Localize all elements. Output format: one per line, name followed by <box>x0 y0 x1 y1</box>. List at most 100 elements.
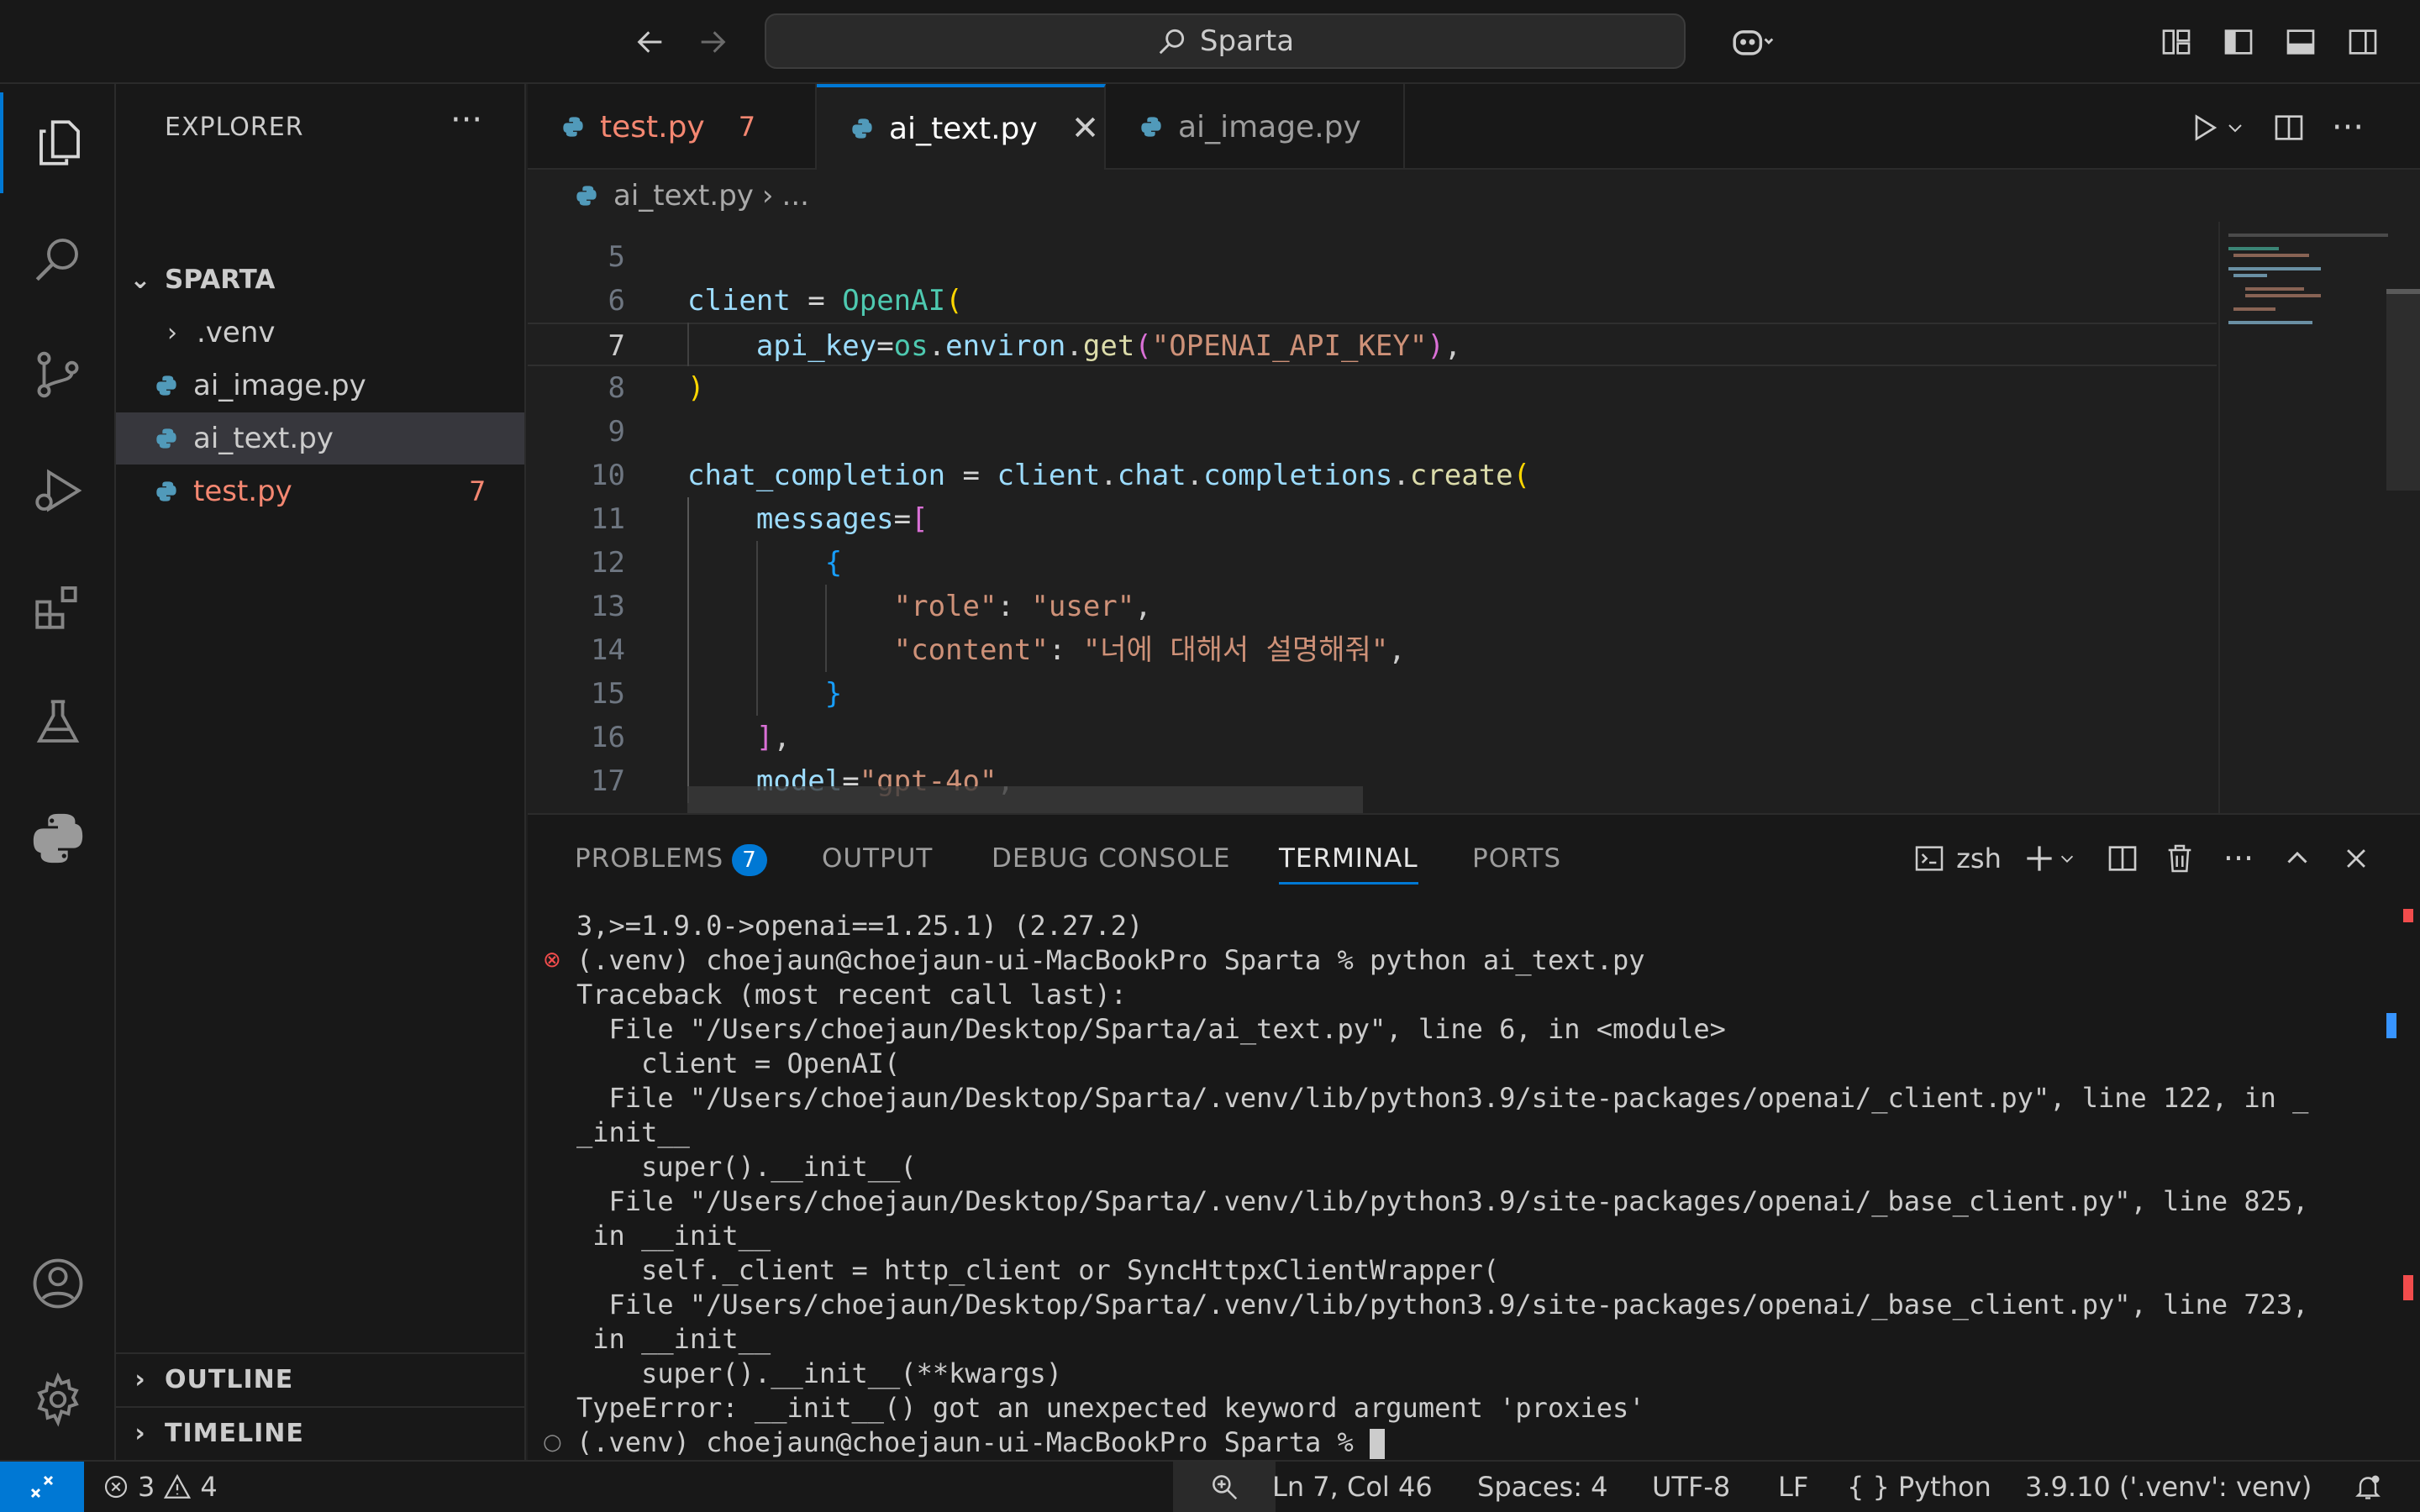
remote-indicator-icon[interactable] <box>0 1462 84 1512</box>
tree-item-ai-image[interactable]: ai_image.py <box>116 360 524 412</box>
file-encoding[interactable]: UTF-8 <box>1652 1462 1730 1512</box>
search-icon <box>1159 29 1185 55</box>
source-control-icon[interactable] <box>0 324 116 425</box>
code-text: } <box>824 677 843 711</box>
tab-output[interactable]: OUTPUT <box>822 843 933 874</box>
maximize-panel-icon[interactable] <box>2274 835 2321 882</box>
tab-test-py[interactable]: test.py 7 <box>528 84 817 170</box>
tab-terminal[interactable]: TERMINAL <box>1279 843 1418 885</box>
breadcrumb-symbols[interactable]: ... <box>782 179 809 213</box>
testing-flask-icon[interactable] <box>0 672 116 773</box>
tab-error-count: 7 <box>738 111 756 143</box>
code-line: 14 "content": "너에 대해서 설명해줘", <box>528 628 2217 672</box>
outline-section[interactable]: › OUTLINE <box>116 1352 524 1404</box>
end-of-line[interactable]: LF <box>1778 1462 1808 1512</box>
arrow-right-icon[interactable] <box>687 17 738 67</box>
terminal-line: File "/Users/choejaun/Desktop/Sparta/.ve… <box>576 1082 2309 1114</box>
trash-icon[interactable] <box>2156 835 2203 882</box>
tree-item-ai-text[interactable]: ai_text.py <box>116 412 524 465</box>
code-line: 11 messages=[ <box>528 497 2217 541</box>
terminal-line: in __init__ <box>576 1323 771 1355</box>
command-failed-icon[interactable]: ⊗ <box>543 943 561 978</box>
terminal-scrollbar[interactable] <box>2386 906 2413 1460</box>
tab-ai-text-py[interactable]: ai_text.py ✕ <box>817 84 1106 170</box>
breadcrumb-file[interactable]: ai_text.py <box>613 179 754 213</box>
run-debug-icon[interactable] <box>0 440 116 541</box>
problems-status[interactable]: 3 4 <box>103 1462 218 1512</box>
tree-item-test[interactable]: test.py 7 <box>116 465 524 517</box>
indent-guide <box>756 541 758 716</box>
tree-item-venv[interactable]: › .venv <box>116 307 524 359</box>
language-mode[interactable]: { } Python <box>1847 1462 1991 1512</box>
copilot-icon[interactable] <box>1714 17 1790 67</box>
tab-problems[interactable]: PROBLEMS 7 <box>575 843 767 876</box>
terminal-line: _init__ <box>576 1116 690 1148</box>
line-number: 6 <box>608 284 625 318</box>
code-line: 12 { <box>528 541 2217 585</box>
python-interpreter[interactable]: 3.9.10 ('.venv': venv) <box>2025 1462 2312 1512</box>
chevron-down-icon <box>2060 855 2074 863</box>
more-actions-button[interactable]: ··· <box>450 101 482 139</box>
toggle-secondary-sidebar-icon[interactable] <box>2338 17 2388 67</box>
horizontal-scrollbar[interactable] <box>687 786 1363 813</box>
tree-item-label: ai_image.py <box>193 369 366 402</box>
error-count-badge: 7 <box>469 475 487 507</box>
close-panel-icon[interactable] <box>2333 835 2380 882</box>
status-bar: 3 4 Ln 7, Col 46 Spaces: 4 UTF-8 LF { } … <box>0 1460 2420 1512</box>
line-number: 10 <box>591 459 625 492</box>
python-file-icon <box>156 428 176 449</box>
code-line: 10 chat_completion = client.chat.complet… <box>528 454 2217 497</box>
tab-ports[interactable]: PORTS <box>1472 843 1561 874</box>
settings-gear-icon[interactable] <box>0 1349 116 1450</box>
tab-ai-image-py[interactable]: ai_image.py <box>1106 84 1405 170</box>
python-file-icon <box>156 481 176 501</box>
terminal-output[interactable]: 3,>=1.9.0->openai==1.25.1) (2.27.2) ⊗ (.… <box>528 909 2376 1459</box>
python-icon[interactable] <box>0 788 116 889</box>
code-text: api_key=os.environ.get("OPENAI_API_KEY")… <box>755 329 1462 363</box>
code-text: { <box>824 546 843 580</box>
indentation-setting[interactable]: Spaces: 4 <box>1477 1462 1608 1512</box>
explorer-icon[interactable] <box>0 92 116 193</box>
timeline-section[interactable]: › TIMELINE <box>116 1406 524 1458</box>
terminal-prompt-line: (.venv) choejaun@choejaun-ui-MacBookPro … <box>576 1425 1386 1460</box>
command-idle-icon[interactable]: ○ <box>543 1425 562 1460</box>
outline-label: OUTLINE <box>165 1364 294 1394</box>
split-terminal-icon[interactable] <box>2099 835 2146 882</box>
zoom-icon[interactable] <box>1173 1462 1276 1512</box>
split-editor-icon[interactable] <box>2264 102 2314 153</box>
close-icon[interactable]: ✕ <box>1071 109 1100 148</box>
title-bar: Sparta <box>0 0 2420 84</box>
more-actions-icon[interactable]: ··· <box>2323 102 2373 153</box>
breadcrumb-separator: › <box>761 179 774 213</box>
workspace-folder-sparta[interactable]: ⌄ SPARTA <box>116 254 524 306</box>
chevron-right-icon: › <box>134 1364 146 1394</box>
toggle-primary-sidebar-icon[interactable] <box>2213 17 2264 67</box>
toggle-panel-icon[interactable] <box>2275 17 2326 67</box>
chevron-right-icon: › <box>167 318 177 348</box>
terminal-line: super().__init__( <box>576 1151 917 1183</box>
code-line-current: 7 api_key=os.environ.get("OPENAI_API_KEY… <box>528 323 2217 366</box>
python-file-icon <box>1141 117 1161 137</box>
search-icon[interactable] <box>0 208 116 309</box>
code-line: 15 } <box>528 672 2217 716</box>
command-center-search[interactable]: Sparta <box>765 13 1686 69</box>
extensions-icon[interactable] <box>0 556 116 657</box>
breadcrumb: ai_text.py › ... <box>528 170 2420 222</box>
account-icon[interactable] <box>0 1233 116 1334</box>
warning-icon <box>164 1473 192 1499</box>
customize-layout-icon[interactable] <box>2151 17 2202 67</box>
run-dropdown-icon[interactable] <box>2218 102 2252 153</box>
new-terminal-button[interactable] <box>2015 835 2082 882</box>
terminal-shell-selector[interactable]: zsh <box>1904 835 2010 882</box>
minimap[interactable] <box>2218 222 2388 813</box>
vertical-scrollbar[interactable] <box>2386 222 2420 813</box>
code-line: 8 ) <box>528 366 2217 410</box>
code-line: 9 <box>528 410 2217 454</box>
cursor-position[interactable]: Ln 7, Col 46 <box>1272 1462 1433 1512</box>
code-editor[interactable]: 5 6 client = OpenAI( 7 api_key=os.enviro… <box>528 222 2420 813</box>
tab-debug-console[interactable]: DEBUG CONSOLE <box>992 843 1230 874</box>
arrow-left-icon[interactable] <box>625 17 676 67</box>
line-number: 7 <box>608 329 625 363</box>
more-actions-icon[interactable]: ··· <box>2215 835 2262 882</box>
notifications-bell-icon[interactable] <box>2353 1462 2383 1512</box>
